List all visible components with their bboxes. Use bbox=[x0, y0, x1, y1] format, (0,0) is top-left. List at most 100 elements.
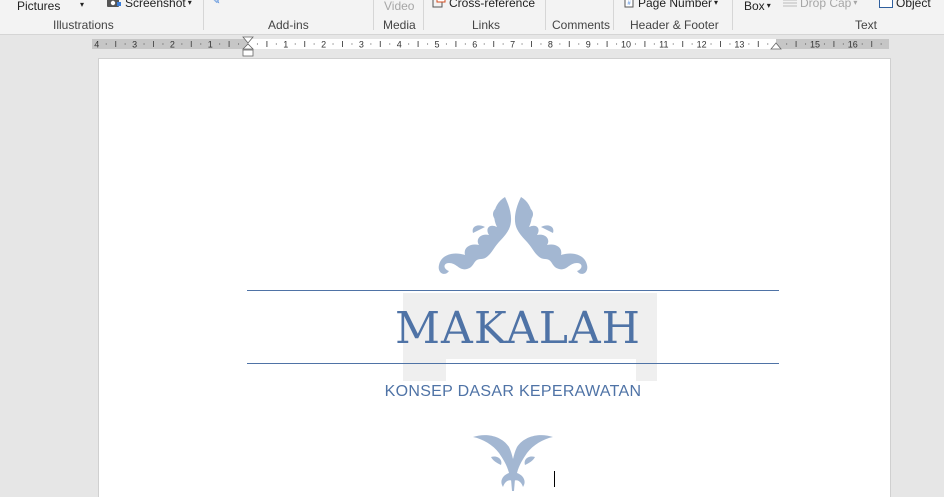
ruler-tick bbox=[275, 43, 277, 45]
ruler-tick bbox=[757, 41, 759, 47]
ruler-tick bbox=[531, 41, 532, 47]
ruler-tick bbox=[568, 41, 570, 47]
ruler-tick bbox=[786, 43, 788, 45]
ruler-tick bbox=[351, 43, 353, 45]
pictures-button[interactable]: Pictures bbox=[17, 0, 60, 13]
ruler-label: 2 bbox=[321, 40, 326, 50]
ruler-tick bbox=[105, 43, 107, 45]
ruler-tick bbox=[153, 41, 154, 47]
group-text: Text bbox=[855, 18, 878, 32]
ruler-tick bbox=[720, 41, 721, 47]
object-button[interactable]: Object bbox=[879, 0, 931, 11]
drop-cap-button[interactable]: Drop Cap ▾ bbox=[783, 0, 857, 11]
ruler-tick bbox=[842, 43, 844, 45]
group-media: Media bbox=[383, 18, 416, 32]
ruler-tick bbox=[200, 43, 202, 45]
bottom-floral-ornament-icon bbox=[473, 435, 553, 491]
ruler-tick bbox=[455, 41, 457, 47]
screenshot-dropdown-icon: ▾ bbox=[187, 0, 192, 7]
ruler-tick bbox=[861, 43, 863, 45]
ruler-label: 1 bbox=[283, 40, 288, 50]
ribbon: Pictures ▾ Screenshot ▾ ✎ Video Cross-ref… bbox=[0, 0, 944, 35]
group-header-footer: Header & Footer bbox=[630, 18, 719, 32]
ruler-tick bbox=[115, 41, 117, 47]
ruler-tick bbox=[634, 43, 636, 45]
ruler-tick bbox=[427, 43, 429, 45]
ruler-tick bbox=[559, 43, 561, 45]
page-number-dropdown-icon: ▾ bbox=[714, 0, 719, 7]
ruler-tick bbox=[313, 43, 315, 45]
ruler-tick bbox=[691, 43, 693, 45]
camera-icon bbox=[106, 0, 122, 11]
ruler-label: 11 bbox=[659, 40, 668, 50]
ruler-tick bbox=[795, 41, 797, 47]
ruler-tick bbox=[228, 41, 230, 47]
box-label: Box bbox=[744, 0, 765, 13]
ruler-tick bbox=[880, 43, 882, 45]
document-title[interactable]: MAKALAH bbox=[395, 303, 640, 355]
group-illustrations: Illustrations bbox=[53, 18, 114, 32]
ruler-tick bbox=[710, 43, 712, 45]
text-box-button[interactable]: Box ▾ bbox=[744, 0, 771, 13]
group-comments: Comments bbox=[552, 18, 611, 32]
ruler-tick bbox=[294, 43, 296, 45]
separator bbox=[613, 0, 614, 30]
video-label: Video bbox=[384, 0, 415, 13]
ruler-tick bbox=[304, 41, 306, 47]
ruler-tick bbox=[256, 43, 258, 45]
ruler-tick bbox=[370, 43, 372, 45]
ruler-tick bbox=[190, 41, 192, 47]
page-number-icon: # bbox=[623, 0, 635, 11]
ruler-tick bbox=[332, 43, 334, 45]
addin-icon[interactable]: ✎ bbox=[212, 0, 220, 9]
ruler-tick bbox=[181, 43, 183, 45]
text-cursor bbox=[554, 471, 555, 487]
ruler-tick bbox=[408, 43, 410, 45]
ruler-label: 7 bbox=[510, 40, 515, 50]
ruler-tick bbox=[124, 43, 126, 45]
cross-reference-button[interactable]: Cross-reference bbox=[432, 0, 535, 11]
cross-reference-icon bbox=[432, 0, 446, 11]
page-number-button[interactable]: # Page Number ▾ bbox=[623, 0, 718, 11]
horizontal-ruler[interactable]: 4 3 2 1 1 2 3 4 5 6 7 8 9 10 11 12 13 15 16 bbox=[0, 35, 944, 57]
screenshot-button[interactable]: Screenshot ▾ bbox=[106, 0, 192, 11]
page-number-label: Page Number bbox=[638, 0, 713, 10]
ruler-tick bbox=[871, 41, 873, 47]
ruler-tick bbox=[143, 43, 145, 45]
ruler-label: 4 bbox=[397, 40, 402, 50]
ruler-tick bbox=[672, 43, 674, 45]
drop-cap-label: Drop Cap bbox=[800, 0, 852, 10]
ruler-tick bbox=[342, 41, 343, 47]
ruler-tick bbox=[483, 43, 485, 45]
cross-reference-label: Cross-reference bbox=[449, 0, 536, 10]
separator bbox=[203, 0, 204, 30]
title-top-rule bbox=[247, 290, 779, 291]
pictures-label: Pictures bbox=[17, 0, 61, 13]
pictures-dropdown-icon[interactable]: ▾ bbox=[80, 0, 84, 12]
screenshot-label: Screenshot bbox=[125, 0, 186, 10]
ruler-tick bbox=[238, 43, 240, 45]
document-page[interactable]: MAKALAH KONSEP DASAR KEPERAWATAN bbox=[98, 58, 891, 497]
separator bbox=[545, 0, 546, 30]
ruler-tick bbox=[606, 41, 608, 47]
ruler-tick bbox=[823, 43, 825, 45]
ruler-label: 10 bbox=[621, 40, 631, 50]
separator bbox=[373, 0, 374, 30]
floral-ornament-icon bbox=[438, 197, 588, 274]
ruler-tick bbox=[266, 41, 268, 47]
separator bbox=[423, 0, 424, 30]
ruler-label: 1 bbox=[208, 40, 213, 50]
document-subtitle[interactable]: KONSEP DASAR KEPERAWATAN bbox=[299, 383, 727, 401]
title-bottom-rule bbox=[247, 363, 779, 364]
ruler-tick bbox=[389, 43, 391, 45]
ruler-tick bbox=[653, 43, 655, 45]
online-video-button[interactable]: Video bbox=[384, 0, 414, 13]
ruler-label: 16 bbox=[848, 40, 858, 50]
ruler-tick bbox=[767, 43, 769, 45]
ruler-tick bbox=[464, 43, 466, 45]
ruler-label: 3 bbox=[359, 40, 364, 50]
text-box-dropdown-icon: ▾ bbox=[766, 1, 771, 10]
ruler-tick bbox=[417, 41, 419, 47]
ruler-tick bbox=[833, 41, 835, 47]
drop-cap-icon bbox=[783, 0, 797, 11]
